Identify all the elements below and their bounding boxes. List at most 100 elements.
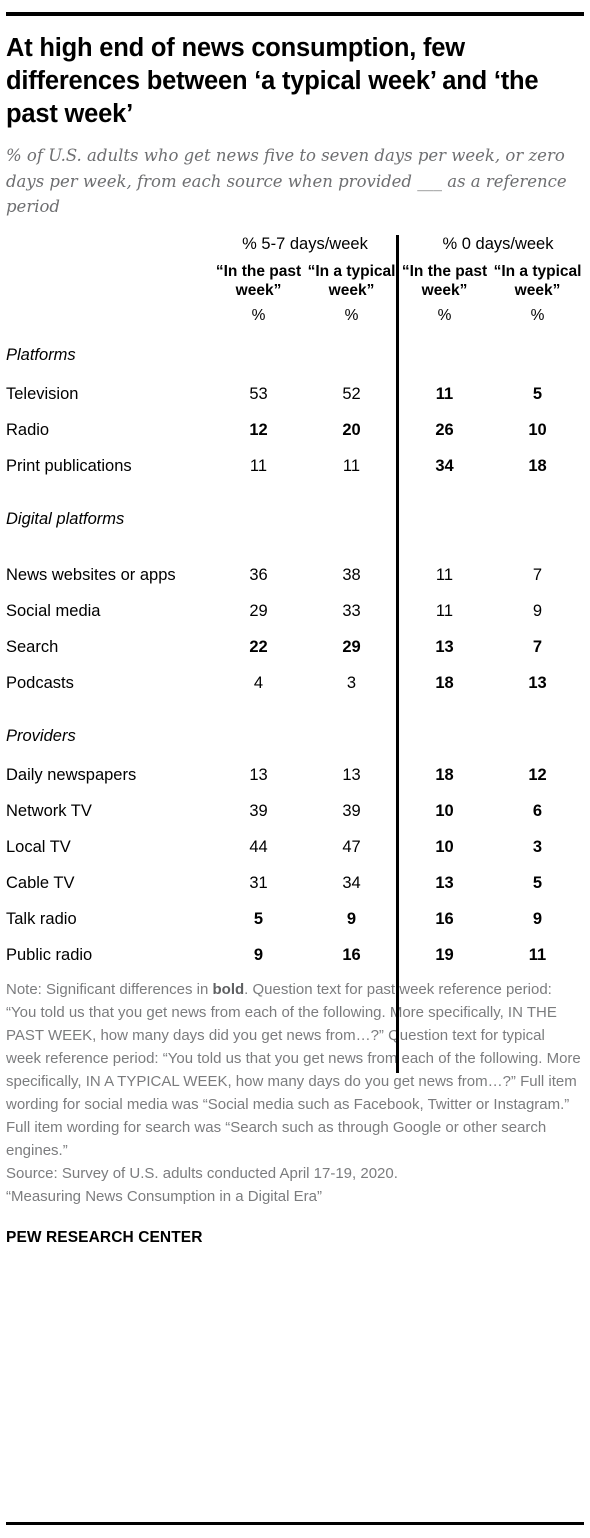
cell-television-typical-zero: 5: [532, 385, 543, 404]
cell-talk-radio-typical-zero: 9: [532, 910, 543, 929]
cell-talk-radio-past-zero: 16: [435, 910, 454, 929]
table-row: Local TV 44 47 10 3: [6, 821, 584, 857]
cell-cable-tv-typical-5to7: 34: [342, 874, 361, 893]
page-title: At high end of news consumption, few dif…: [6, 34, 539, 129]
cell-social-media-typical-zero: 9: [532, 602, 543, 621]
cell-news-websites-past-zero: 11: [435, 566, 454, 585]
group-header-spacer: [6, 235, 212, 263]
cell-print-typical-5to7: 11: [342, 457, 361, 476]
table-row: Network TV 39 39 10 6: [6, 785, 584, 821]
cell-news-websites-typical-5to7: 38: [342, 566, 361, 585]
row-label-news-websites: News websites or apps: [6, 566, 176, 585]
table-row: News websites or apps 36 38 11 7: [6, 532, 584, 585]
section-label-platforms: Platforms: [6, 346, 76, 365]
cell-daily-newspapers-typical-zero: 12: [528, 766, 547, 785]
column-header-row: “In the past week” “In a typical week” “…: [6, 263, 584, 308]
cell-search-past-5to7: 22: [249, 638, 268, 657]
group-header-row: % 5-7 days/week % 0 days/week: [6, 235, 584, 263]
row-label-network-tv: Network TV: [6, 802, 92, 821]
cell-public-radio-past-zero: 19: [435, 946, 454, 965]
row-label-radio: Radio: [6, 421, 50, 440]
column-header-past-week-5to7: “In the past week”: [215, 262, 302, 299]
bottom-rule: [6, 1522, 584, 1525]
note-source: Source: Survey of U.S. adults conducted …: [6, 1164, 398, 1182]
cell-local-tv-typical-5to7: 47: [342, 838, 361, 857]
section-label-providers: Providers: [6, 727, 76, 746]
cell-podcasts-past-5to7: 4: [253, 674, 264, 693]
unit-percent-1: %: [251, 307, 266, 325]
footnotes: Note: Significant differences in bold. Q…: [6, 979, 584, 1208]
unit-spacer: [6, 307, 212, 337]
table-row: Talk radio 5 9 16 9: [6, 893, 584, 929]
cell-local-tv-typical-zero: 3: [532, 838, 543, 857]
subtitle: % of U.S. adults who get news five to se…: [6, 146, 567, 216]
cell-network-tv-typical-5to7: 39: [342, 802, 361, 821]
group-header-zero: % 0 days/week: [442, 234, 554, 253]
cell-public-radio-typical-5to7: 16: [342, 946, 361, 965]
cell-search-typical-5to7: 29: [342, 638, 361, 657]
table-body: Platforms Television 53 52 11 5 Radio 12…: [6, 337, 584, 965]
unit-percent-3: %: [437, 307, 452, 325]
cell-television-past-zero: 11: [435, 385, 454, 404]
column-header-past-week-zero: “In the past week”: [401, 262, 488, 299]
row-label-television: Television: [6, 385, 79, 404]
cell-podcasts-typical-5to7: 3: [346, 674, 357, 693]
column-header-spacer: [6, 263, 212, 308]
cell-network-tv-typical-zero: 6: [532, 802, 543, 821]
table-row: Radio 12 20 26 10: [6, 404, 584, 440]
cell-print-typical-zero: 18: [528, 457, 547, 476]
table-row: Daily newspapers 13 13 18 12: [6, 749, 584, 785]
unit-row: % % % %: [6, 307, 584, 337]
section-header-digital: Digital platforms: [6, 476, 584, 532]
table-row: Public radio 9 16 19 11: [6, 929, 584, 965]
cell-local-tv-past-5to7: 44: [249, 838, 268, 857]
section-label-digital: Digital platforms: [6, 510, 125, 529]
cell-search-past-zero: 13: [435, 638, 454, 657]
row-label-search: Search: [6, 638, 59, 657]
cell-local-tv-past-zero: 10: [435, 838, 454, 857]
cell-talk-radio-typical-5to7: 9: [346, 910, 357, 929]
cell-social-media-past-zero: 11: [435, 602, 454, 621]
table-row: Podcasts 4 3 18 13: [6, 657, 584, 693]
cell-daily-newspapers-typical-5to7: 13: [342, 766, 361, 785]
cell-news-websites-past-5to7: 36: [249, 566, 268, 585]
unit-percent-4: %: [530, 307, 545, 325]
row-label-public-radio: Public radio: [6, 946, 93, 965]
infographic-sheet: At high end of news consumption, few dif…: [0, 12, 590, 1538]
row-label-local-tv: Local TV: [6, 838, 71, 857]
cell-radio-past-5to7: 12: [249, 421, 268, 440]
table-row: Television 53 52 11 5: [6, 368, 584, 404]
top-rule: [6, 12, 584, 16]
row-label-talk-radio: Talk radio: [6, 910, 77, 929]
cell-public-radio-past-5to7: 9: [253, 946, 264, 965]
row-label-cable-tv: Cable TV: [6, 874, 75, 893]
table-row: Print publications 11 11 34 18: [6, 440, 584, 476]
section-header-providers: Providers: [6, 693, 584, 749]
cell-talk-radio-past-5to7: 5: [253, 910, 264, 929]
row-label-podcasts: Podcasts: [6, 674, 74, 693]
note-text-lead: Note: Significant differences in: [6, 981, 213, 999]
cell-print-past-zero: 34: [435, 457, 454, 476]
cell-social-media-typical-5to7: 33: [342, 602, 361, 621]
table-row: Search 22 29 13 7: [6, 621, 584, 657]
note-bold-word: bold: [212, 981, 245, 999]
unit-percent-2: %: [344, 307, 359, 325]
section-header-platforms: Platforms: [6, 337, 584, 368]
table-head: % 5-7 days/week % 0 days/week “In the pa…: [6, 235, 584, 338]
column-header-typical-week-zero: “In a typical week”: [493, 262, 582, 299]
cell-radio-typical-5to7: 20: [342, 421, 361, 440]
table-row: Cable TV 31 34 13 5: [6, 857, 584, 893]
group-header-5to7: % 5-7 days/week: [242, 234, 368, 253]
cell-television-past-5to7: 53: [249, 385, 268, 404]
cell-public-radio-typical-zero: 11: [528, 946, 547, 965]
cell-radio-typical-zero: 10: [528, 421, 547, 440]
cell-cable-tv-past-zero: 13: [435, 874, 454, 893]
cell-network-tv-past-zero: 10: [435, 802, 454, 821]
note-study-title: “Measuring News Consumption in a Digital…: [6, 1187, 322, 1205]
row-label-social-media: Social media: [6, 602, 101, 621]
column-header-typical-week-5to7: “In a typical week”: [307, 262, 396, 299]
organization-label: PEW RESEARCH CENTER: [6, 1228, 203, 1246]
row-label-print: Print publications: [6, 457, 132, 476]
cell-podcasts-past-zero: 18: [435, 674, 454, 693]
cell-radio-past-zero: 26: [435, 421, 454, 440]
